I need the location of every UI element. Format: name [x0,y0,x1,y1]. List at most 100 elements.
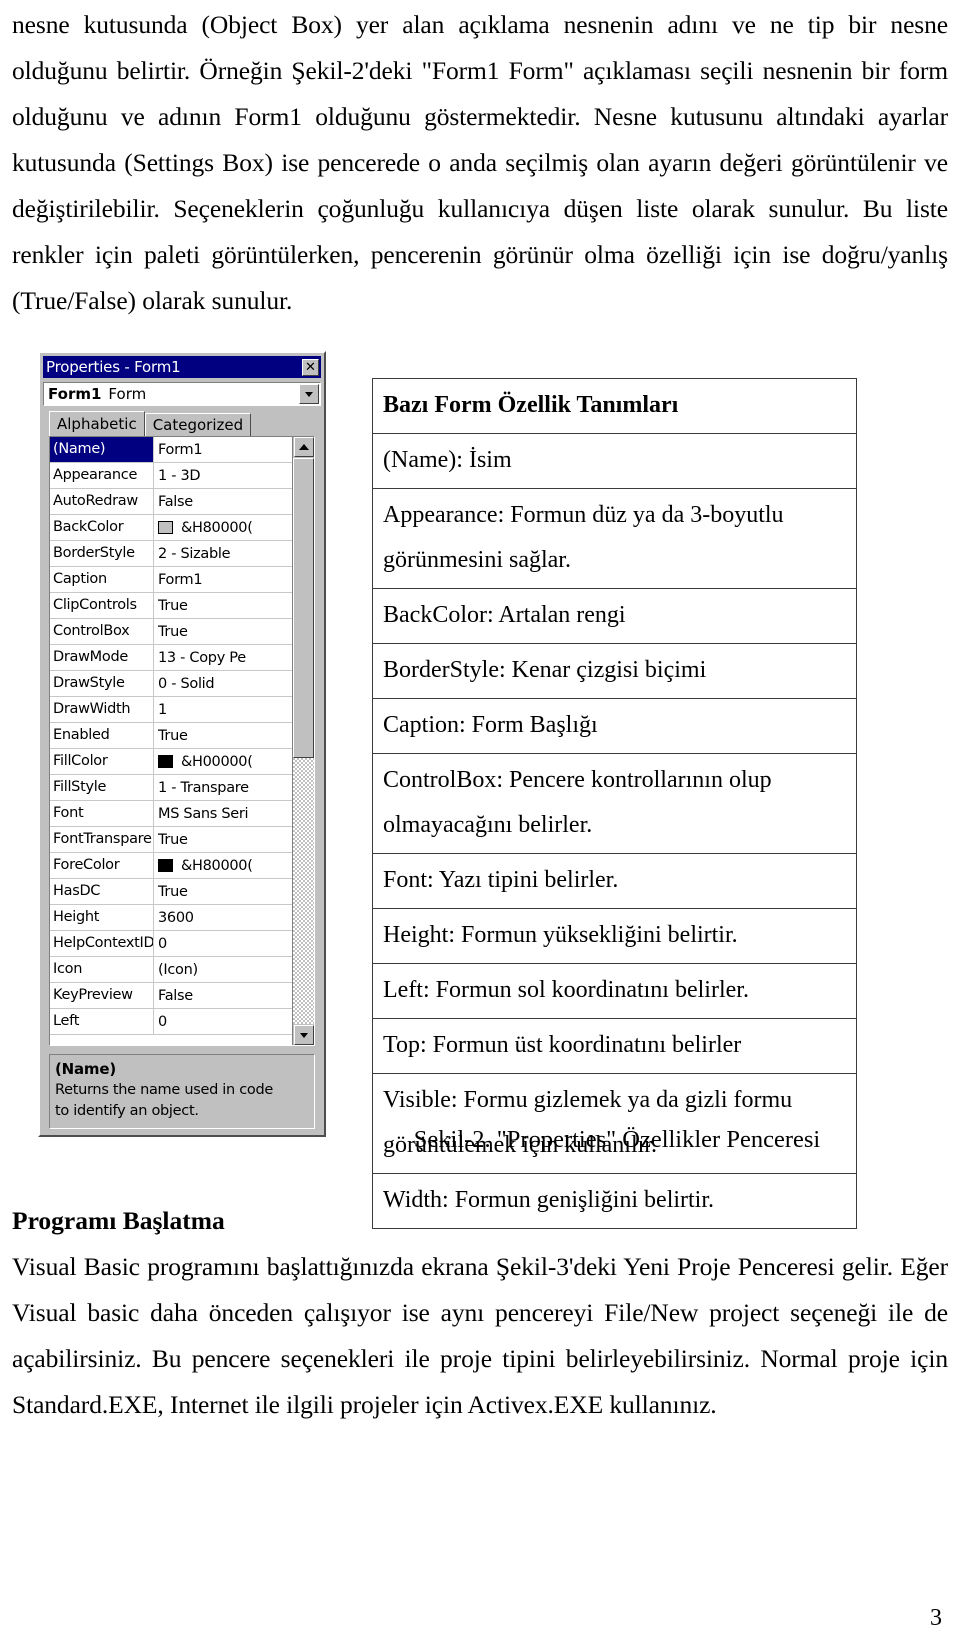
close-icon[interactable]: ✕ [302,358,319,376]
property-value[interactable]: &H80000( [154,515,292,540]
property-name: Font [50,801,154,826]
triangle-down-glyph [299,1032,308,1038]
property-value[interactable]: True [154,593,292,618]
property-name: BorderStyle [50,541,154,566]
property-row[interactable]: Appearance 1 - 3D [50,463,292,489]
property-name: Enabled [50,723,154,748]
property-row[interactable]: FillStyle 1 - Transpare [50,775,292,801]
property-value[interactable]: Form1 [154,437,292,462]
property-value-text: True [158,597,188,614]
property-value[interactable]: True [154,879,292,904]
property-row[interactable]: BackColor &H80000( [50,515,292,541]
property-name: FillColor [50,749,154,774]
property-name: FillStyle [50,775,154,800]
property-value[interactable]: True [154,723,292,748]
property-row[interactable]: ForeColor &H80000( [50,853,292,879]
property-row[interactable]: Height 3600 [50,905,292,931]
property-row[interactable]: Font MS Sans Seri [50,801,292,827]
table-row: Left: Formun sol koordinatını belirler. [372,963,857,1019]
property-value[interactable]: 0 - Solid [154,671,292,696]
property-row[interactable]: BorderStyle 2 - Sizable [50,541,292,567]
property-row[interactable]: DrawMode 13 - Copy Pe [50,645,292,671]
property-value[interactable]: 2 - Sizable [154,541,292,566]
property-name: Caption [50,567,154,592]
property-value[interactable]: 3600 [154,905,292,930]
property-value[interactable]: (Icon) [154,957,292,982]
description-line-1: Returns the name used in code [55,1082,273,1098]
figure-caption: Şekil-2. "Properties" Özellikler Pencere… [413,1126,821,1153]
chevron-down-icon[interactable] [299,384,319,404]
property-value[interactable]: False [154,983,292,1008]
property-value[interactable]: True [154,827,292,852]
property-value[interactable]: 13 - Copy Pe [154,645,292,670]
property-row[interactable]: Enabled True [50,723,292,749]
property-row[interactable]: AutoRedraw False [50,489,292,515]
property-row[interactable]: HelpContextID 0 [50,931,292,957]
figure-area: Properties - Form1 ✕ Form1 Form Alphabet… [12,348,948,1229]
table-cell: Left: Formun sol koordinatını belirler. [372,963,857,1019]
property-value[interactable]: 0 [154,931,292,956]
properties-window-titlebar: Properties - Form1 ✕ [43,356,321,378]
property-name: ControlBox [50,619,154,644]
property-value[interactable]: &H00000( [154,749,292,774]
scrollbar-track[interactable] [293,458,314,1024]
property-value-text: False [158,987,193,1004]
property-row[interactable]: FillColor &H00000( [50,749,292,775]
property-value-text: 3600 [158,909,194,926]
property-value[interactable]: MS Sans Seri [154,801,292,826]
property-row[interactable]: DrawWidth 1 [50,697,292,723]
property-value[interactable]: 1 [154,697,292,722]
table-cell: BorderStyle: Kenar çizgisi biçimi [372,643,857,699]
description-title: (Name) [55,1060,116,1078]
triangle-down-glyph [305,391,313,397]
object-box-type: Form [108,385,147,403]
property-row[interactable]: KeyPreview False [50,983,292,1009]
property-value[interactable]: 1 - 3D [154,463,292,488]
bottom-paragraph: Visual Basic programını başlattığınızda … [12,1252,948,1419]
table-cell: BackColor: Artalan rengi [372,588,857,644]
property-name: Height [50,905,154,930]
property-name: Icon [50,957,154,982]
page-number: 3 [930,1605,942,1631]
property-row[interactable]: FontTranspare True [50,827,292,853]
scrollbar-thumb[interactable] [293,458,314,758]
property-value[interactable]: 0 [154,1009,292,1034]
property-value-text: 0 [158,1013,167,1030]
property-row[interactable]: DrawStyle 0 - Solid [50,671,292,697]
property-value[interactable]: 1 - Transpare [154,775,292,800]
property-name: DrawMode [50,645,154,670]
property-value[interactable]: True [154,619,292,644]
property-row[interactable]: (Name) Form1 [50,437,292,463]
property-value[interactable]: &H80000( [154,853,292,878]
property-name: DrawWidth [50,697,154,722]
property-value[interactable]: Form1 [154,567,292,592]
property-grid-scrollbar[interactable] [292,437,314,1045]
property-value-text: &H80000( [181,519,253,536]
property-value-text: True [158,727,188,744]
property-value-text: 13 - Copy Pe [158,649,246,666]
table-cell: Caption: Form Başlığı [372,698,857,754]
tab-categorized[interactable]: Categorized [144,413,252,436]
property-value-text: False [158,493,193,510]
table-cell: Font: Yazı tipini belirler. [372,853,857,909]
property-row[interactable]: Left 0 [50,1009,292,1035]
property-value-text: True [158,623,188,640]
tab-alphabetic[interactable]: Alphabetic [49,411,145,436]
scroll-down-icon[interactable] [293,1025,314,1045]
property-value-text: 1 - 3D [158,467,201,484]
object-box[interactable]: Form1 Form [43,382,321,406]
table-row: ControlBox: Pencere kontrollarının olup … [372,753,857,854]
scroll-up-icon[interactable] [293,437,314,457]
property-row[interactable]: ControlBox True [50,619,292,645]
property-value-text: 1 [158,701,167,718]
property-row[interactable]: Caption Form1 [50,567,292,593]
property-description-pane: (Name) Returns the name used in code to … [49,1054,315,1129]
object-box-name: Form1 [48,385,102,403]
table-row: Font: Yazı tipini belirler. [372,853,857,909]
property-value[interactable]: False [154,489,292,514]
property-row[interactable]: Icon (Icon) [50,957,292,983]
property-row[interactable]: ClipControls True [50,593,292,619]
property-name: Appearance [50,463,154,488]
property-name: AutoRedraw [50,489,154,514]
property-row[interactable]: HasDC True [50,879,292,905]
